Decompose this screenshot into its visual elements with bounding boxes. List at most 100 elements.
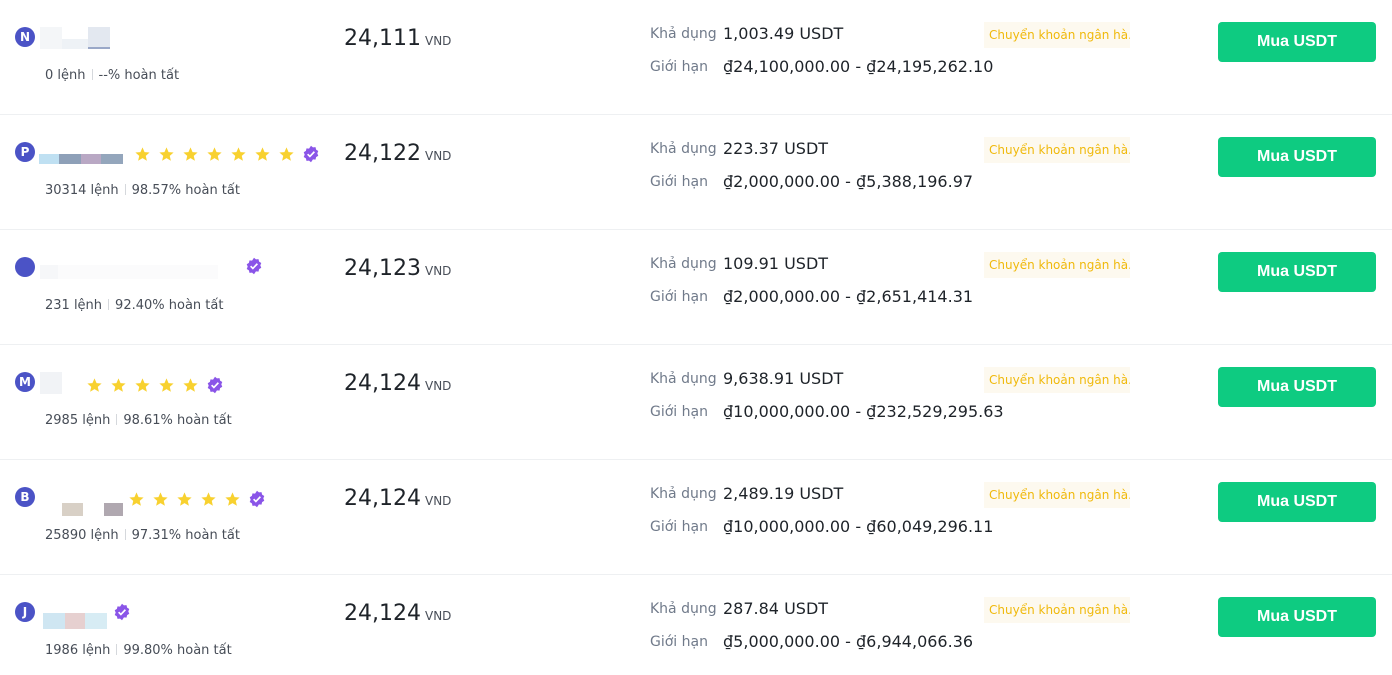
price-value: 24,122 bbox=[344, 141, 421, 166]
payment-method-tag: Chuyển khoản ngân hà... bbox=[984, 367, 1130, 393]
available-value: 2,489.19 USDT bbox=[723, 484, 844, 503]
limit-value: ₫10,000,000.00 - ₫60,049,296.11 bbox=[723, 517, 994, 536]
star-icon bbox=[279, 146, 294, 161]
star-icon bbox=[153, 491, 168, 506]
merchant-stats: 25890 lệnh 97.31% hoàn tất bbox=[45, 528, 240, 543]
star-icon bbox=[135, 377, 150, 392]
star-icon bbox=[183, 146, 198, 161]
verified-merchant-icon bbox=[207, 376, 223, 394]
stats-divider bbox=[124, 529, 126, 540]
stats-divider bbox=[108, 299, 110, 310]
payment-method-tag: Chuyển khoản ngân hà... bbox=[984, 252, 1130, 278]
completion-rate: 97.31% hoàn tất bbox=[131, 528, 240, 543]
price-value: 24,124 bbox=[344, 486, 421, 511]
order-count: 0 lệnh bbox=[45, 68, 86, 83]
merchant-name-blurred[interactable] bbox=[43, 603, 107, 629]
verified-merchant-icon bbox=[114, 603, 130, 621]
avatar[interactable] bbox=[15, 257, 35, 277]
star-icon bbox=[159, 146, 174, 161]
offer-row: N 0 lệnh --% hoàn tất 24,111 VND Khả dụng … bbox=[0, 0, 1392, 115]
star-icon bbox=[201, 491, 216, 506]
price-value: 24,123 bbox=[344, 256, 421, 281]
star-icon bbox=[111, 377, 126, 392]
avatar[interactable]: P bbox=[15, 142, 35, 162]
available-label: Khả dụng bbox=[650, 26, 717, 42]
star-icon bbox=[207, 146, 222, 161]
verified-merchant-icon bbox=[246, 257, 262, 275]
available-label: Khả dụng bbox=[650, 486, 717, 502]
star-icon bbox=[177, 491, 192, 506]
price-currency: VND bbox=[424, 609, 452, 623]
limit-value: ₫2,000,000.00 - ₫5,388,196.97 bbox=[723, 172, 974, 191]
merchant-stats: 30314 lệnh 98.57% hoàn tất bbox=[45, 183, 240, 198]
available-label: Khả dụng bbox=[650, 141, 717, 157]
completion-rate: 92.40% hoàn tất bbox=[115, 298, 224, 313]
limit-value: ₫5,000,000.00 - ₫6,944,066.36 bbox=[723, 632, 974, 651]
buy-usdt-button[interactable]: Mua USDT bbox=[1218, 22, 1376, 62]
star-icon bbox=[135, 146, 150, 161]
p2p-offer-list: N 0 lệnh --% hoàn tất 24,111 VND Khả dụng … bbox=[0, 0, 1392, 675]
available-value: 287.84 USDT bbox=[723, 599, 829, 618]
completion-rate: 98.61% hoàn tất bbox=[123, 413, 232, 428]
limit-value: ₫24,100,000.00 - ₫24,195,262.10 bbox=[723, 57, 994, 76]
avatar[interactable]: N bbox=[15, 27, 35, 47]
stats-divider bbox=[116, 644, 118, 655]
rating-stars bbox=[134, 145, 320, 163]
available-value: 9,638.91 USDT bbox=[723, 369, 844, 388]
merchant-name-blurred[interactable] bbox=[40, 23, 110, 49]
limit-label: Giới hạn bbox=[650, 174, 708, 190]
price: 24,122 VND bbox=[344, 141, 451, 166]
avatar[interactable]: B bbox=[15, 487, 35, 507]
verified-merchant-icon bbox=[249, 490, 265, 508]
offer-row: 231 lệnh 92.40% hoàn tất 24,123 VND Khả dụ… bbox=[0, 230, 1392, 345]
star-icon bbox=[231, 146, 246, 161]
price-currency: VND bbox=[424, 379, 452, 393]
limit-label: Giới hạn bbox=[650, 519, 708, 535]
offer-row: B 25890 lệnh 97.31% hoàn tất 24,124 VND Kh… bbox=[0, 460, 1392, 575]
verified-merchant-icon bbox=[303, 145, 319, 163]
buy-usdt-button[interactable]: Mua USDT bbox=[1218, 482, 1376, 522]
buy-usdt-button[interactable]: Mua USDT bbox=[1218, 252, 1376, 292]
merchant-name-blurred[interactable] bbox=[40, 368, 62, 394]
stats-divider bbox=[116, 414, 118, 425]
limit-label: Giới hạn bbox=[650, 289, 708, 305]
available-label: Khả dụng bbox=[650, 601, 717, 617]
limit-label: Giới hạn bbox=[650, 59, 708, 75]
merchant-name-blurred[interactable] bbox=[62, 490, 123, 516]
merchant-name-blurred[interactable] bbox=[39, 138, 123, 164]
buy-usdt-button[interactable]: Mua USDT bbox=[1218, 137, 1376, 177]
price: 24,123 VND bbox=[344, 256, 451, 281]
price: 24,124 VND bbox=[344, 371, 451, 396]
rating-stars bbox=[86, 376, 224, 394]
available-value: 223.37 USDT bbox=[723, 139, 829, 158]
price-value: 24,124 bbox=[344, 371, 421, 396]
available-value: 1,003.49 USDT bbox=[723, 24, 844, 43]
price-currency: VND bbox=[424, 264, 452, 278]
order-count: 30314 lệnh bbox=[45, 183, 119, 198]
avatar[interactable]: J bbox=[15, 602, 35, 622]
order-count: 231 lệnh bbox=[45, 298, 103, 313]
order-count: 25890 lệnh bbox=[45, 528, 119, 543]
completion-rate: 98.57% hoàn tất bbox=[131, 183, 240, 198]
offer-row: M 2985 lệnh 98.61% hoàn tất 24,124 VND Khả… bbox=[0, 345, 1392, 460]
price-value: 24,124 bbox=[344, 601, 421, 626]
offer-row: J 1986 lệnh 99.80% hoàn tất 24,124 VND Khả… bbox=[0, 575, 1392, 675]
merchant-stats: 1986 lệnh 99.80% hoàn tất bbox=[45, 643, 232, 658]
limit-label: Giới hạn bbox=[650, 404, 708, 420]
star-icon bbox=[87, 377, 102, 392]
avatar[interactable]: M bbox=[15, 372, 35, 392]
merchant-stats: 0 lệnh --% hoàn tất bbox=[45, 68, 179, 83]
star-icon bbox=[129, 491, 144, 506]
price: 24,124 VND bbox=[344, 486, 451, 511]
price: 24,124 VND bbox=[344, 601, 451, 626]
buy-usdt-button[interactable]: Mua USDT bbox=[1218, 597, 1376, 637]
payment-method-tag: Chuyển khoản ngân hà... bbox=[984, 22, 1130, 48]
merchant-name-blurred[interactable] bbox=[40, 253, 218, 279]
star-icon bbox=[225, 491, 240, 506]
buy-usdt-button[interactable]: Mua USDT bbox=[1218, 367, 1376, 407]
merchant-stats: 2985 lệnh 98.61% hoàn tất bbox=[45, 413, 232, 428]
order-count: 2985 lệnh bbox=[45, 413, 111, 428]
rating-stars bbox=[128, 490, 266, 508]
offer-row: P 30314 lệnh 98.57% hoàn tất 24,122 VND Kh… bbox=[0, 115, 1392, 230]
available-label: Khả dụng bbox=[650, 371, 717, 387]
